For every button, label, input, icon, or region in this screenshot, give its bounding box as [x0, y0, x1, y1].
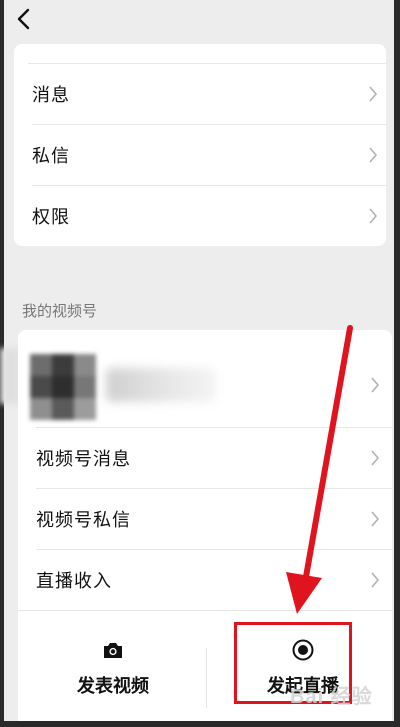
section-header: 我的视频号	[22, 302, 98, 320]
chevron-right-icon	[371, 572, 380, 588]
action-divider	[206, 648, 207, 708]
channel-profile-row[interactable]	[18, 344, 392, 426]
chevron-right-icon	[371, 377, 380, 393]
watermark: Bai 经验	[290, 686, 373, 708]
bottom-edge	[0, 721, 400, 727]
menu-item-channel-messages[interactable]: 视频号消息	[18, 428, 392, 488]
channel-name-blurred	[106, 368, 216, 402]
chevron-right-icon	[369, 86, 378, 102]
chevron-right-icon	[371, 450, 380, 466]
action-label: 发表视频	[77, 676, 149, 697]
back-button[interactable]	[10, 4, 40, 34]
menu-item-label: 消息	[32, 85, 70, 106]
chevron-left-icon	[17, 8, 30, 30]
chevron-right-icon	[371, 511, 380, 527]
menu-item-label: 权限	[32, 207, 70, 228]
right-edge	[394, 0, 400, 727]
menu-item-label: 视频号消息	[36, 449, 131, 470]
settings-card: 消息 私信 权限	[14, 44, 386, 246]
camera-icon	[104, 643, 122, 658]
avatar	[30, 354, 96, 420]
blurred-edge	[0, 348, 20, 404]
menu-item-label: 直播收入	[36, 571, 112, 592]
chevron-right-icon	[369, 147, 378, 163]
publish-video-button[interactable]: 发表视频	[38, 630, 188, 725]
chevron-right-icon	[369, 208, 378, 224]
menu-item-messages[interactable]: 消息	[14, 64, 386, 124]
menu-item-live-income[interactable]: 直播收入	[18, 550, 392, 610]
divider	[18, 610, 392, 611]
menu-item-channel-private-messages[interactable]: 视频号私信	[18, 489, 392, 549]
menu-item-private-messages[interactable]: 私信	[14, 125, 386, 185]
menu-item-permissions[interactable]: 权限	[14, 186, 386, 246]
menu-item-label: 视频号私信	[36, 510, 131, 531]
menu-item-label: 私信	[32, 146, 70, 167]
